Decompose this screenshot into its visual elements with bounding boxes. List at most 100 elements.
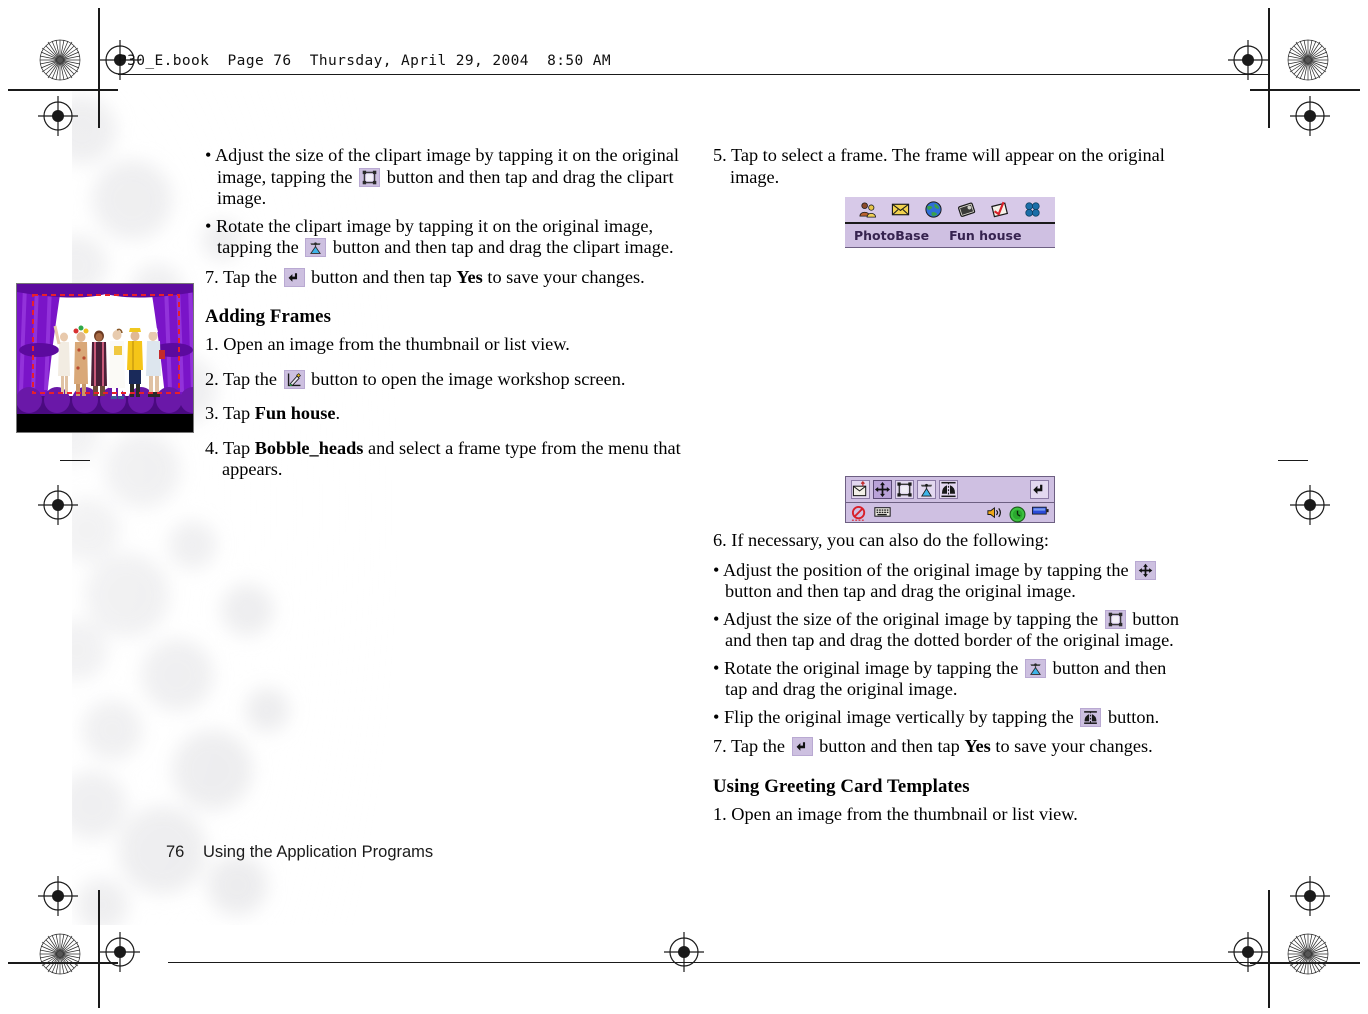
rotate-icon — [305, 238, 327, 257]
speaker-icon[interactable] — [986, 506, 1003, 520]
starburst-mark-bottom-right — [1287, 933, 1329, 975]
step-text-before: 4. Tap — [205, 437, 251, 458]
footer-page-number: 76 — [166, 843, 185, 861]
step-text-mid: button and then tap — [311, 266, 452, 287]
trim-line-top-horizontal-2 — [1250, 89, 1360, 91]
bullet-text-before: • Rotate the original image by tapping t… — [713, 657, 1019, 678]
workshop-icon — [283, 369, 305, 389]
crosshair-mark-left-upper — [38, 96, 78, 136]
bullet-text-before: • Adjust the position of the original im… — [713, 559, 1129, 580]
step-text-before: 7. Tap the — [713, 736, 785, 756]
apps-grid-icon[interactable] — [1023, 200, 1042, 219]
starburst-mark-top-right — [1287, 39, 1329, 81]
bullet-text-before: • Adjust the size of the original image … — [713, 608, 1099, 629]
battery-icon[interactable] — [1031, 506, 1049, 520]
step-text-after: to save your changes. — [995, 736, 1153, 756]
keyword-yes: Yes — [456, 266, 483, 287]
step-5-right: 5. Tap to select a frame. The frame will… — [713, 145, 1165, 187]
photo-album-icon[interactable] — [957, 200, 976, 219]
step-text-before: 2. Tap the — [205, 368, 277, 389]
right-text-column-lower: 6. If necessary, you can also do the fol… — [713, 530, 1188, 831]
step-7-left: 7. Tap the button and then tap Yes to sa… — [205, 267, 685, 289]
step-7-right: 7. Tap the button and then tap Yes to sa… — [713, 736, 1188, 758]
trim-line-right-vertical-2 — [1268, 890, 1270, 1008]
starburst-mark-top-left — [39, 39, 81, 81]
crosshair-mark-left-lower — [38, 876, 78, 916]
pda-menu-bar: PhotoBase Fun house — [845, 224, 1055, 248]
step-1-left: 1. Open an image from the thumbnail or l… — [205, 334, 570, 354]
step-6-right: 6. If necessary, you can also do the fol… — [713, 530, 1049, 550]
back-arrow-icon — [283, 267, 305, 287]
flip-icon — [1080, 707, 1102, 727]
step-text-after: . — [335, 403, 341, 423]
bullet-adjust-size-clipart: • Adjust the size of the clipart image b… — [205, 145, 685, 210]
step-text-after: to save your changes. — [487, 266, 645, 287]
rotate-icon — [1025, 658, 1047, 678]
bullet-text-after: button and then tap and drag the origina… — [725, 581, 1076, 601]
crosshair-mark-top-right — [1228, 40, 1268, 80]
bullet-text-after: button. — [1107, 706, 1160, 727]
globe-icon[interactable] — [924, 200, 943, 219]
crosshair-mark-bottom-right — [1228, 932, 1268, 972]
trim-line-bottom-horizontal-2 — [1250, 962, 1360, 964]
rotate-tool[interactable] — [917, 480, 936, 499]
check-note-icon[interactable] — [990, 200, 1009, 219]
envelope-icon[interactable] — [891, 200, 910, 219]
move-tool[interactable] — [873, 480, 892, 499]
keyboard-icon[interactable] — [874, 506, 891, 520]
step-text-before: 3. Tap — [205, 403, 251, 423]
pda-image-canvas[interactable] — [16, 283, 194, 433]
pda-tool-strip — [845, 476, 1055, 503]
bullet-rotate-clipart: • Rotate the clipart image by tapping it… — [205, 216, 685, 259]
subhead-greeting-card-templates: Using Greeting Card Templates — [713, 775, 970, 797]
crosshair-mark-right-upper — [1290, 96, 1330, 136]
trim-line-left-vertical-2 — [98, 890, 100, 1008]
step-3-left: 3. Tap Fun house. — [205, 403, 685, 425]
menu-item-fun-house[interactable]: Fun house — [949, 228, 1021, 243]
step-text-before: 7. Tap the — [205, 266, 277, 287]
subhead-adding-frames: Adding Frames — [205, 306, 331, 327]
crosshair-mark-left-middle — [38, 485, 78, 525]
trim-line-right-vertical — [1268, 8, 1270, 128]
bullet-rotate-original: • Rotate the original image by tapping t… — [713, 658, 1188, 701]
pda-status-bar — [845, 503, 1055, 523]
trim-line-top-horizontal — [8, 89, 118, 91]
no-entry-icon[interactable] — [851, 505, 868, 521]
trim-tick-right-mid — [1278, 460, 1308, 462]
crosshair-mark-bottom-left — [100, 932, 140, 972]
step-2-left: 2. Tap the button to open the image work… — [205, 369, 685, 391]
bullet-adjust-position-original: • Adjust the position of the original im… — [713, 560, 1188, 603]
bullet-adjust-size-original: • Adjust the size of the original image … — [713, 609, 1188, 652]
pda-app-toolbar — [845, 197, 1055, 224]
resize-tool[interactable] — [895, 480, 914, 499]
step-1-right: 1. Open an image from the thumbnail or l… — [713, 803, 1078, 824]
step-text-mid: button and then tap — [819, 736, 960, 756]
back-arrow-icon[interactable] — [1030, 480, 1049, 499]
trim-line-left-vertical — [98, 8, 100, 128]
theatre-curtain-frame-image — [17, 284, 193, 432]
export-mail-tool[interactable] — [851, 480, 870, 499]
resize-icon — [1104, 609, 1126, 629]
crosshair-mark-bottom-center — [664, 932, 704, 972]
bullet-text-before: • Flip the original image vertically by … — [713, 706, 1074, 727]
left-text-column: • Adjust the size of the clipart image b… — [205, 145, 685, 487]
flip-tool[interactable] — [939, 480, 958, 499]
resize-icon — [359, 167, 381, 187]
back-arrow-icon — [791, 737, 813, 756]
move-icon — [1135, 560, 1157, 580]
starburst-mark-bottom-left — [39, 933, 81, 975]
trim-line-bottom-horizontal — [8, 962, 118, 964]
right-text-column: 5. Tap to select a frame. The frame will… — [713, 145, 1188, 194]
pda-screenshot-bottom — [845, 476, 1055, 523]
keyword-fun-house: Fun house — [254, 403, 336, 423]
keyword-bobble-heads: Bobble_heads — [254, 437, 364, 458]
keyword-yes: Yes — [964, 736, 991, 756]
crosshair-mark-right-middle — [1290, 485, 1330, 525]
page-footer: 76 Using the Application Programs — [166, 843, 433, 862]
clock-icon[interactable] — [1009, 506, 1026, 522]
menu-app-name[interactable]: PhotoBase — [854, 228, 929, 243]
pda-screenshot-top: PhotoBase Fun house — [845, 197, 1055, 248]
crosshair-mark-right-lower — [1290, 876, 1330, 916]
step-4-left: 4. Tap Bobble_heads and select a frame t… — [205, 438, 685, 481]
contacts-icon[interactable] — [858, 200, 877, 219]
